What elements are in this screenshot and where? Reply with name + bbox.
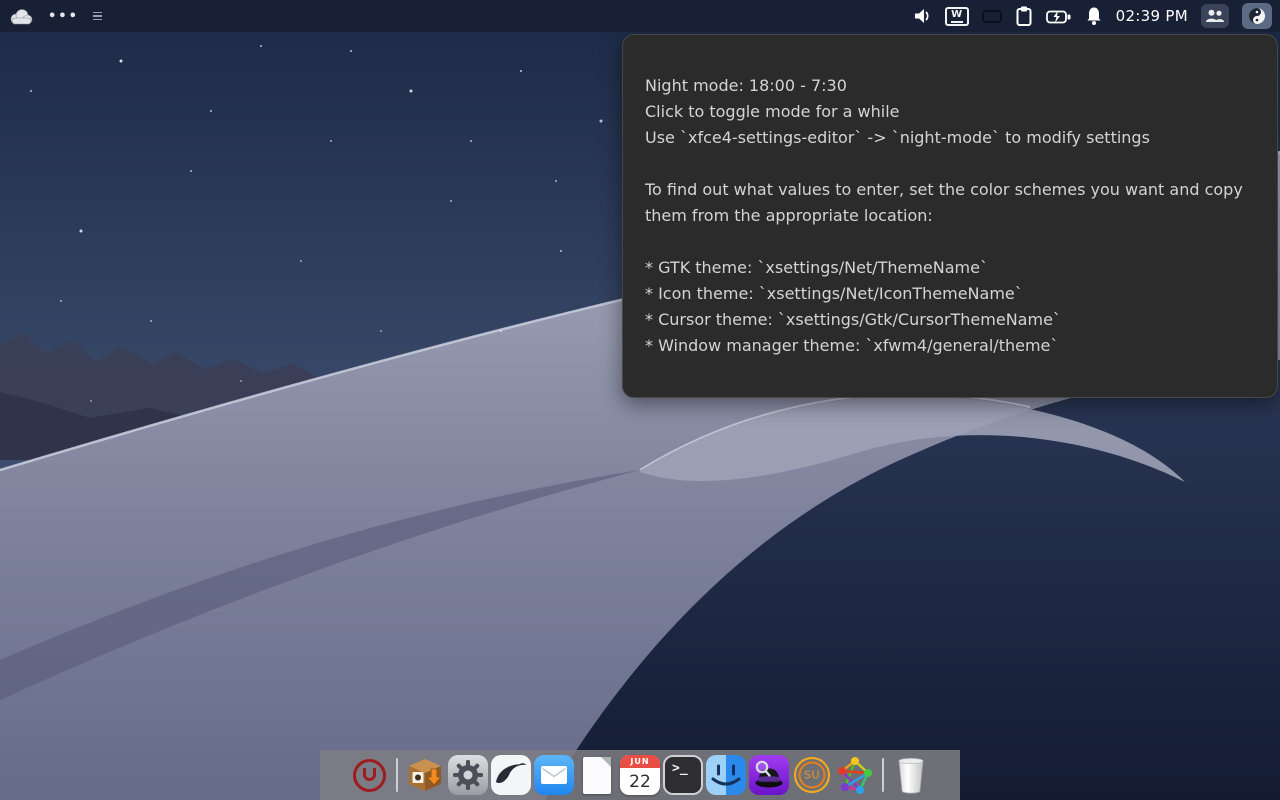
users-icon [1205, 9, 1225, 23]
volume-icon[interactable] [914, 7, 932, 25]
dock-item-search-hat-tool[interactable] [749, 755, 789, 795]
clipboard-icon[interactable] [1015, 5, 1033, 27]
bowler-hat-magnifier-icon [749, 755, 789, 795]
workrave-label: W [951, 10, 962, 20]
dock-item-network-graph-app[interactable] [835, 755, 875, 795]
gear-icon [448, 755, 488, 795]
red-ring-u-icon [353, 759, 386, 792]
dock-item-badger-browser[interactable] [491, 755, 531, 795]
calendar-month: JUN [620, 755, 660, 768]
network-graph-icon [835, 755, 875, 795]
package-box-icon [405, 755, 445, 795]
dock-separator [882, 758, 884, 792]
dock-item-calendar[interactable]: JUN 22 [620, 755, 660, 795]
panel-dots-menu[interactable]: ••• [48, 9, 79, 24]
workrave-check-icon[interactable]: W [945, 7, 969, 26]
tooltip-text: Night mode: 18:00 - 7:30 Click to toggle… [623, 35, 1277, 359]
calendar-day: 22 [620, 768, 660, 795]
dock-item-package-installer[interactable] [405, 755, 445, 795]
display-frame-icon[interactable] [982, 10, 1002, 23]
notifications-bell-icon[interactable] [1085, 6, 1103, 26]
dock-item-trash[interactable] [891, 755, 931, 795]
dock-item-finder[interactable] [706, 755, 746, 795]
badger-swoosh-icon [491, 755, 531, 795]
su-label: SU [804, 769, 820, 782]
trash-icon [891, 755, 931, 795]
calendar-icon: JUN 22 [620, 755, 660, 795]
night-mode-button[interactable] [1242, 3, 1272, 29]
envelope-icon [541, 766, 567, 784]
hamburger-menu-icon[interactable] [93, 12, 102, 21]
yin-yang-icon [1248, 7, 1266, 25]
panel-left-group: ••• [8, 8, 102, 25]
dock-item-system-settings[interactable] [448, 755, 488, 795]
dock-item-terminal[interactable]: >_ [663, 755, 703, 795]
dock-separator [396, 758, 398, 792]
top-panel: ••• W [0, 0, 1280, 32]
night-mode-tooltip: Night mode: 18:00 - 7:30 Click to toggle… [622, 34, 1278, 398]
dock-item-su-rings-app[interactable]: SU [792, 755, 832, 795]
dock: JUN 22 >_ SU [320, 750, 960, 800]
panel-clock[interactable]: 02:39 PM [1116, 7, 1188, 25]
distro-cloud-logo-icon[interactable] [8, 8, 34, 25]
battery-charging-icon[interactable] [1046, 7, 1072, 26]
dock-item-documents[interactable] [577, 755, 617, 795]
panel-tray-group: W 02:39 PM [914, 3, 1272, 29]
document-page-icon [583, 757, 611, 794]
terminal-prompt-glyph: >_ [672, 761, 688, 776]
dock-item-mail[interactable] [534, 755, 574, 795]
users-button[interactable] [1201, 4, 1229, 28]
finder-face-icon [706, 755, 746, 795]
dock-item-red-ring-launcher[interactable] [349, 755, 389, 795]
